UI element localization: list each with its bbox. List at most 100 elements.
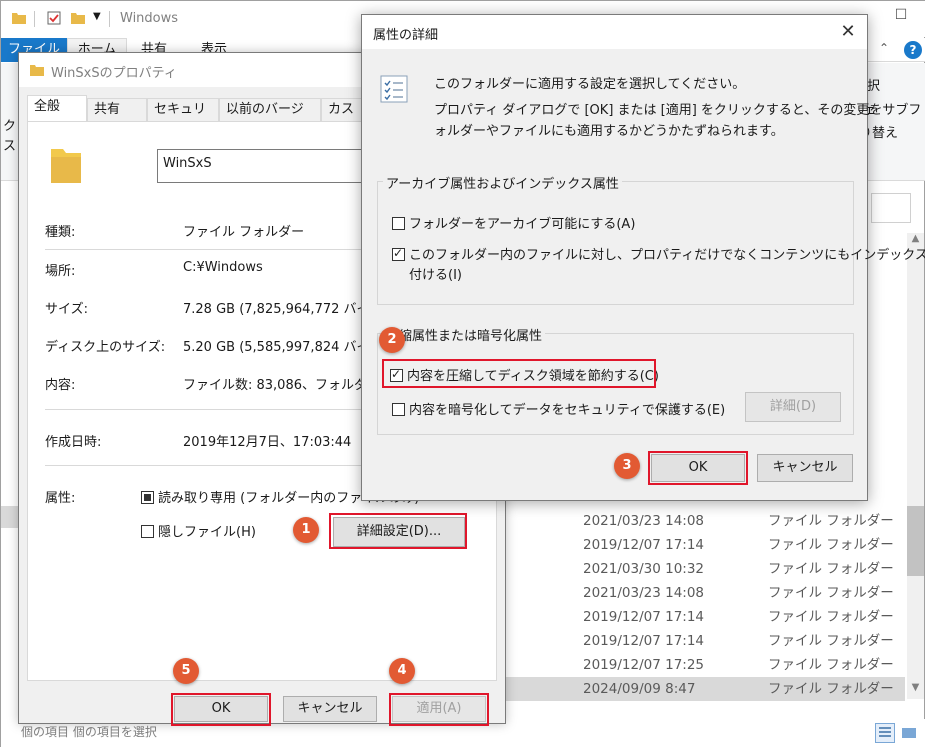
table-row[interactable]: 2021/03/23 14:08 ファイル フォルダー	[471, 581, 905, 605]
step-badge: 1	[293, 517, 319, 543]
folder-name-field[interactable]: WinSxS	[157, 149, 377, 183]
scroll-down-icon[interactable]: ▼	[907, 682, 924, 699]
modified-date: 2019/12/07 17:14	[583, 609, 705, 625]
attributes-label: 属性:	[45, 491, 76, 506]
properties-icon[interactable]	[46, 10, 62, 26]
table-row[interactable]: 2019/12/07 17:14 ファイル フォルダー	[471, 605, 905, 629]
large-icons-view-icon[interactable]	[899, 723, 919, 743]
folder-large-icon	[51, 149, 81, 183]
hidden-checkbox[interactable]: 隠しファイル(H)	[141, 521, 256, 540]
step-badge: 2	[379, 327, 405, 353]
navigation-pane	[1, 181, 19, 721]
size-label: サイズ:	[45, 302, 88, 317]
search-input[interactable]	[871, 193, 911, 223]
type-label: 種類:	[45, 225, 76, 240]
highlight-frame	[329, 513, 467, 549]
contents-label: 内容:	[45, 378, 76, 393]
checklist-icon	[380, 75, 408, 103]
highlight-frame	[382, 359, 656, 388]
ribbon-text-fragment: ス	[3, 139, 17, 154]
close-icon[interactable]: ✕	[836, 20, 860, 44]
highlight-frame	[648, 451, 748, 485]
intro-text: プロパティ ダイアログで [OK] または [適用] をクリックすると、その変更…	[434, 103, 922, 118]
ribbon-text-fragment: ク	[3, 119, 17, 134]
checkbox-unchecked-icon[interactable]	[392, 217, 405, 230]
item-type: ファイル フォルダー	[768, 561, 894, 577]
dialog-title: WinSxSのプロパティ	[51, 66, 177, 81]
help-icon[interactable]: ?	[904, 41, 922, 59]
navigation-selected-item[interactable]	[1, 506, 19, 528]
folder-icon	[30, 65, 44, 76]
cancel-button[interactable]: キャンセル	[757, 454, 853, 482]
disk-size-value: 5.20 GB (5,585,997,824 バイト	[183, 340, 383, 355]
highlight-frame	[171, 693, 271, 726]
scrollbar-thumb[interactable]	[907, 506, 924, 576]
item-type: ファイル フォルダー	[768, 609, 894, 625]
step-badge: 3	[614, 453, 640, 479]
table-row[interactable]: 2019/12/07 17:25 ファイル フォルダー	[471, 653, 905, 677]
vertical-scrollbar[interactable]	[907, 233, 924, 699]
checkbox-unchecked-icon[interactable]	[392, 403, 405, 416]
step-badge: 4	[389, 658, 415, 684]
folder-icon	[12, 13, 26, 24]
titlebar-separator	[109, 11, 110, 27]
group-label: 圧縮属性または暗号化属性	[383, 325, 546, 344]
titlebar-separator	[34, 11, 35, 27]
item-type: ファイル フォルダー	[768, 681, 894, 697]
archive-index-group	[377, 181, 854, 305]
item-type: ファイル フォルダー	[768, 633, 894, 649]
table-row[interactable]: 2019/12/07 17:14 ファイル フォルダー	[471, 629, 905, 653]
encrypt-checkbox-label: 内容を暗号化してデータをセキュリティで保護する(E)	[409, 403, 726, 418]
checkbox-checked-icon[interactable]	[392, 246, 405, 261]
item-type: ファイル フォルダー	[768, 513, 894, 529]
tab-general[interactable]: 全般	[27, 95, 87, 122]
index-checkbox[interactable]: このフォルダー内のファイルに対し、プロパティだけでなくコンテンツにもインデックス…	[392, 244, 925, 263]
archive-checkbox[interactable]: フォルダーをアーカイブ可能にする(A)	[392, 213, 635, 232]
group-label: アーカイブ属性およびインデックス属性	[383, 173, 622, 192]
tab-previous-versions[interactable]: 以前のバージョン	[219, 98, 321, 139]
checkbox-unchecked-icon[interactable]	[141, 525, 154, 538]
new-folder-icon[interactable]	[70, 10, 86, 26]
index-checkbox-label: このフォルダー内のファイルに対し、プロパティだけでなくコンテンツにもインデックス…	[409, 248, 925, 263]
ribbon-text-fragment: 択	[867, 79, 881, 94]
disk-size-label: ディスク上のサイズ:	[45, 340, 166, 355]
modified-date: 2021/03/23 14:08	[583, 513, 705, 529]
intro-text: このフォルダーに適用する設定を選択してください。	[434, 77, 746, 92]
item-type: ファイル フォルダー	[768, 585, 894, 601]
modified-date: 2021/03/30 10:32	[583, 561, 705, 577]
tab-sharing[interactable]: 共有	[87, 98, 147, 121]
table-row[interactable]: 2024/09/09 8:47 ファイル フォルダー	[471, 677, 905, 701]
modified-date: 2019/12/07 17:14	[583, 537, 705, 553]
table-row[interactable]: 2021/03/30 10:32 ファイル フォルダー	[471, 557, 905, 581]
created-label: 作成日時:	[45, 435, 102, 450]
maximize-icon[interactable]: ☐	[886, 7, 916, 31]
modified-date: 2019/12/07 17:14	[583, 633, 705, 649]
dialog-title: 属性の詳細	[373, 28, 439, 43]
table-row[interactable]: 2021/03/23 14:08 ファイル フォルダー	[471, 509, 905, 533]
cancel-button[interactable]: キャンセル	[283, 696, 377, 722]
advanced-titlebar: 属性の詳細 ✕	[362, 15, 867, 49]
details-view-icon[interactable]	[875, 723, 895, 743]
type-value: ファイル フォルダー	[183, 225, 305, 240]
window-title: Windows	[120, 11, 179, 26]
created-value: 2019年12月7日、17:03:44	[183, 435, 352, 450]
index-checkbox-label-cont: 付ける(I)	[409, 268, 462, 283]
highlight-frame	[389, 693, 489, 726]
advanced-attributes-dialog: 属性の詳細 ✕ このフォルダーに適用する設定を選択してください。 プロパティ ダ…	[361, 14, 925, 501]
modified-date: 2019/12/07 17:25	[583, 657, 705, 673]
intro-text: ォルダーやファイルにも適用するかどうかたずねられます。	[434, 124, 784, 139]
location-label: 場所:	[45, 264, 76, 279]
table-row[interactable]: 2019/12/07 17:14 ファイル フォルダー	[471, 533, 905, 557]
tab-security[interactable]: セキュリティ	[147, 98, 219, 139]
quick-access-dropdown-icon[interactable]: ▼	[93, 11, 101, 22]
hidden-checkbox-label: 隠しファイル(H)	[158, 525, 256, 540]
collapse-ribbon-icon[interactable]: ⌃	[879, 41, 897, 59]
file-list: 2021/03/23 14:08 ファイル フォルダー 2019/12/07 17:…	[471, 509, 905, 701]
modified-date: 2024/09/09 8:47	[583, 681, 696, 697]
item-type: ファイル フォルダー	[768, 537, 894, 553]
status-text: 個の項目 個の項目を選択	[21, 725, 157, 739]
item-type: ファイル フォルダー	[768, 657, 894, 673]
encrypt-checkbox[interactable]: 内容を暗号化してデータをセキュリティで保護する(E)	[392, 399, 725, 418]
details-button[interactable]: 詳細(D)	[745, 392, 841, 422]
checkbox-indeterminate-icon[interactable]	[141, 491, 154, 504]
